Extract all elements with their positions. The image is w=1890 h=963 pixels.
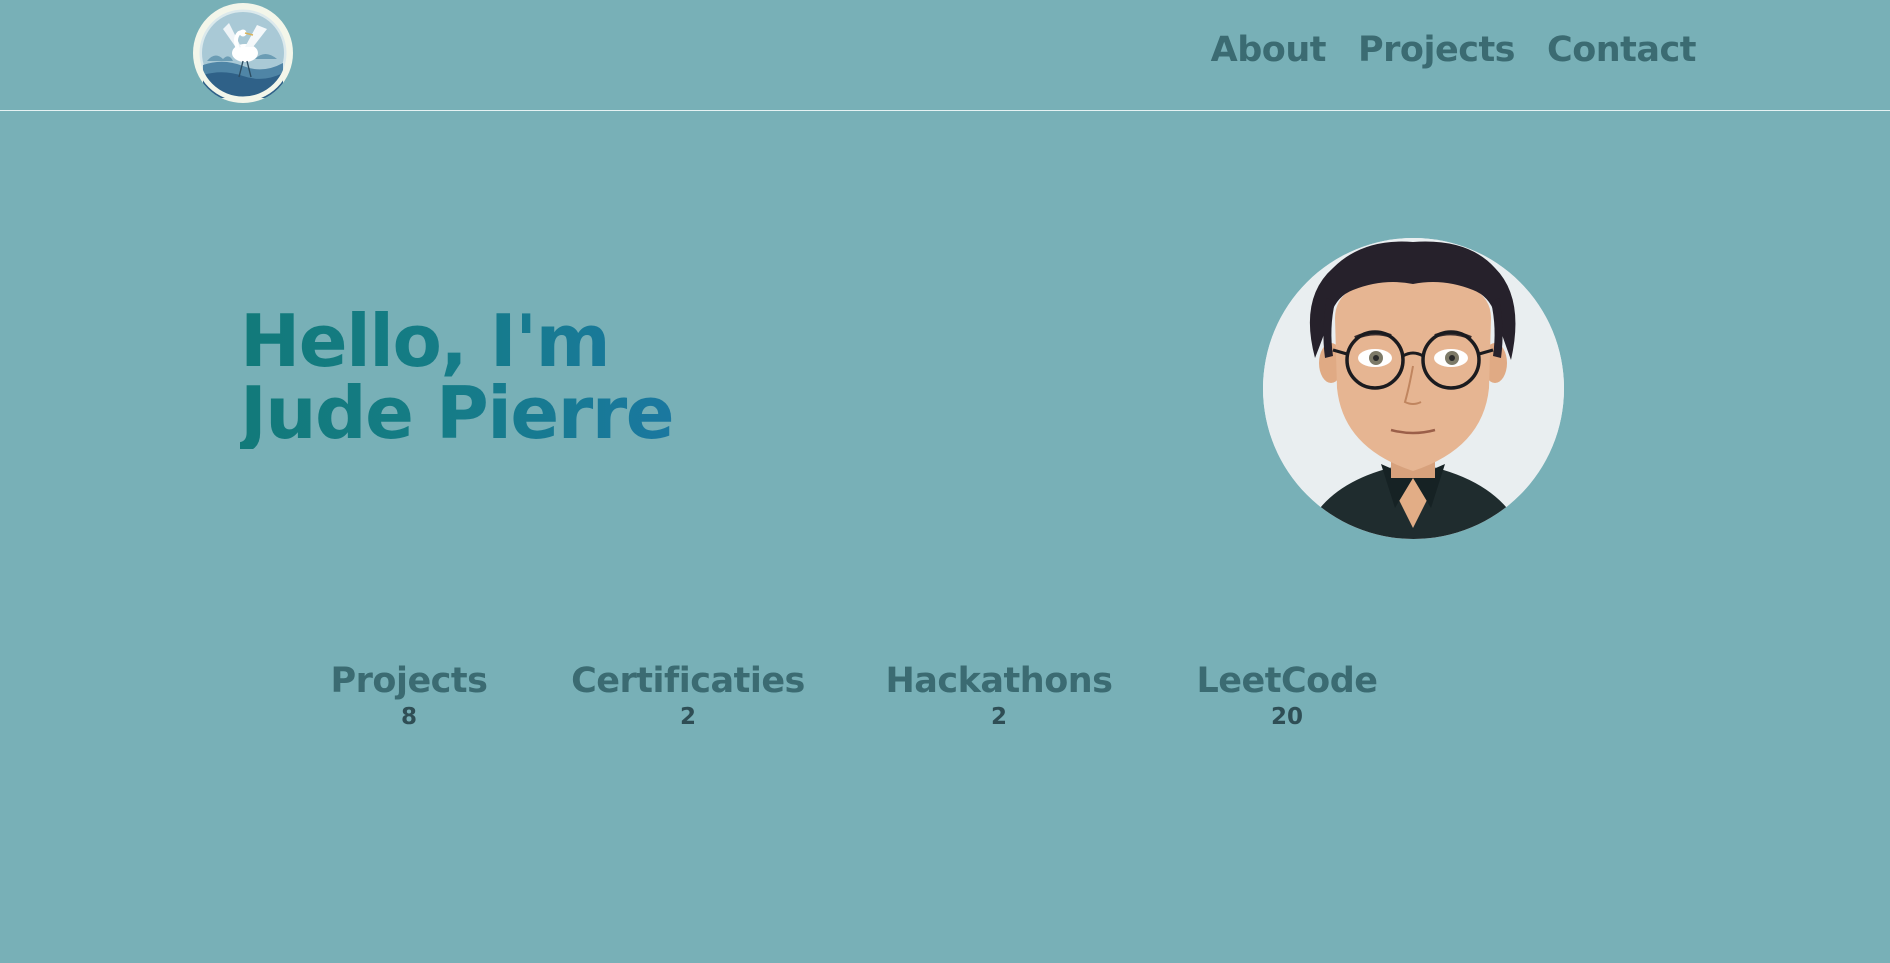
stat-value: 8 <box>400 704 418 730</box>
stat-hackathons: Hackathons 2 <box>885 660 1114 732</box>
nav-about-link[interactable]: About <box>1211 30 1327 70</box>
stat-value: 20 <box>1270 704 1304 730</box>
hero-name: Jude Pierre <box>240 371 674 455</box>
profile-avatar <box>1263 238 1564 539</box>
main-nav: About Projects Contact <box>1211 30 1697 70</box>
site-header: About Projects Contact <box>0 0 1890 111</box>
nav-contact-link[interactable]: Contact <box>1547 30 1696 70</box>
hero-greeting: Hello, I'm <box>240 299 610 383</box>
egret-logo-icon[interactable] <box>193 3 293 103</box>
hero-title: Hello, I'm Jude Pierre <box>240 305 673 449</box>
stat-label: Hackathons <box>885 661 1114 701</box>
stat-certificates: Certificaties 2 <box>571 660 805 732</box>
stat-value: 2 <box>679 704 696 730</box>
nav-projects-link[interactable]: Projects <box>1358 30 1516 70</box>
stat-value: 2 <box>990 704 1007 730</box>
stat-label: Certificaties <box>571 661 805 701</box>
stats-section: Projects 8 Certificaties 2 Hackathons 2 … <box>0 660 1890 740</box>
stat-leetcode: LeetCode 20 <box>1196 660 1378 732</box>
stat-label: Projects <box>330 661 488 701</box>
stat-label: LeetCode <box>1196 661 1378 701</box>
stat-projects: Projects 8 <box>330 660 488 732</box>
